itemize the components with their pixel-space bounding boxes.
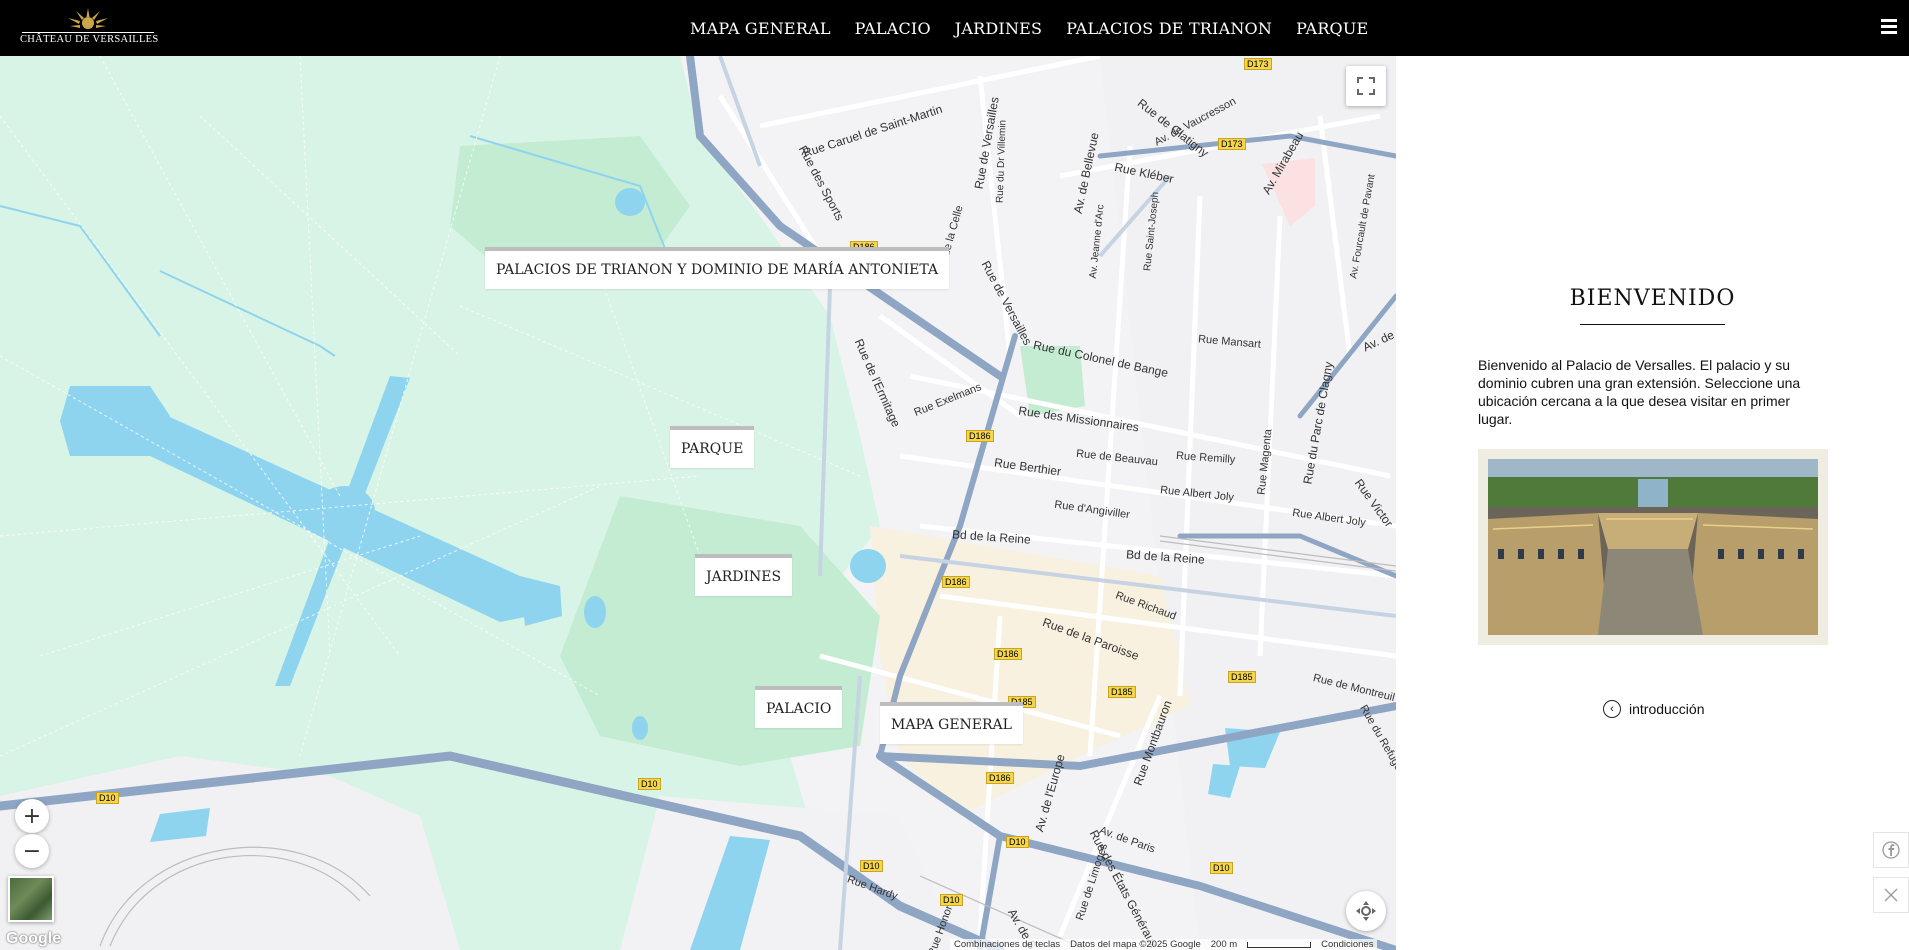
nav-palacio[interactable]: PALACIO [855, 19, 931, 38]
map-canvas[interactable]: Rue Caruel de Saint-Martin Rue des Sport… [0, 56, 1396, 950]
poi-label-jardines[interactable]: JARDINES [695, 554, 793, 596]
title-underline [1580, 324, 1725, 325]
palace-photo-frame [1478, 449, 1828, 645]
poi-label-palacio[interactable]: PALACIO [755, 686, 843, 728]
sun-emblem-icon [68, 8, 108, 29]
zoom-out-button[interactable]: − [15, 834, 49, 868]
nav-mapa-general[interactable]: MAPA GENERAL [690, 19, 831, 38]
intro-link[interactable]: ‹ introducción [1603, 700, 1705, 718]
x-icon [1884, 888, 1898, 902]
map-base-layer [0, 56, 1396, 950]
facebook-icon [1882, 841, 1900, 859]
main-nav: MAPA GENERAL PALACIO JARDINES PALACIOS D… [690, 0, 1392, 56]
chevron-left-icon: ‹ [1603, 700, 1621, 718]
hamburger-icon[interactable] [1881, 19, 1897, 37]
top-navigation-bar: CHÂTEAU DE VERSAILLES MAPA GENERAL PALAC… [0, 0, 1909, 56]
nav-jardines[interactable]: JARDINES [955, 19, 1042, 38]
nav-parque[interactable]: PARQUE [1296, 19, 1368, 38]
scale-bar [1247, 941, 1312, 948]
zoom-in-button[interactable]: + [15, 799, 49, 833]
chateau-de-versailles-logo[interactable]: CHÂTEAU DE VERSAILLES [20, 6, 159, 48]
logo-divider [22, 32, 154, 33]
keyboard-shortcuts-link[interactable]: Combinaciones de teclas [954, 939, 1060, 950]
terms-link[interactable]: Condiciones [1321, 939, 1373, 950]
panel-title: BIENVENIDO [1569, 286, 1736, 311]
satellite-layer-toggle[interactable] [8, 876, 54, 922]
scale-label[interactable]: 200 m [1211, 939, 1237, 950]
fullscreen-icon [1357, 77, 1375, 95]
poi-label-trianon[interactable]: PALACIOS DE TRIANON Y DOMINIO DE MARÍA A… [485, 247, 950, 289]
move-icon [1356, 901, 1376, 921]
nav-palacios-de-trianon[interactable]: PALACIOS DE TRIANON [1066, 19, 1272, 38]
fullscreen-button[interactable] [1346, 66, 1386, 106]
google-logo: Google [6, 930, 62, 947]
facebook-share-button[interactable] [1873, 832, 1909, 868]
map-attribution: Combinaciones de teclas Datos del mapa ©… [950, 939, 1378, 950]
logo-wordmark: CHÂTEAU DE VERSAILLES [20, 34, 159, 45]
poi-label-mapa-general[interactable]: MAPA GENERAL [880, 702, 1023, 744]
move-control-button[interactable] [1346, 891, 1386, 931]
welcome-text: Bienvenido al Palacio de Versalles. El p… [1478, 357, 1801, 427]
map-data-credit: Datos del mapa ©2025 Google [1070, 939, 1201, 950]
palace-photo [1488, 459, 1818, 635]
intro-link-label: introducción [1629, 701, 1705, 717]
poi-label-parque[interactable]: PARQUE [670, 426, 755, 468]
x-share-button[interactable] [1873, 877, 1909, 913]
